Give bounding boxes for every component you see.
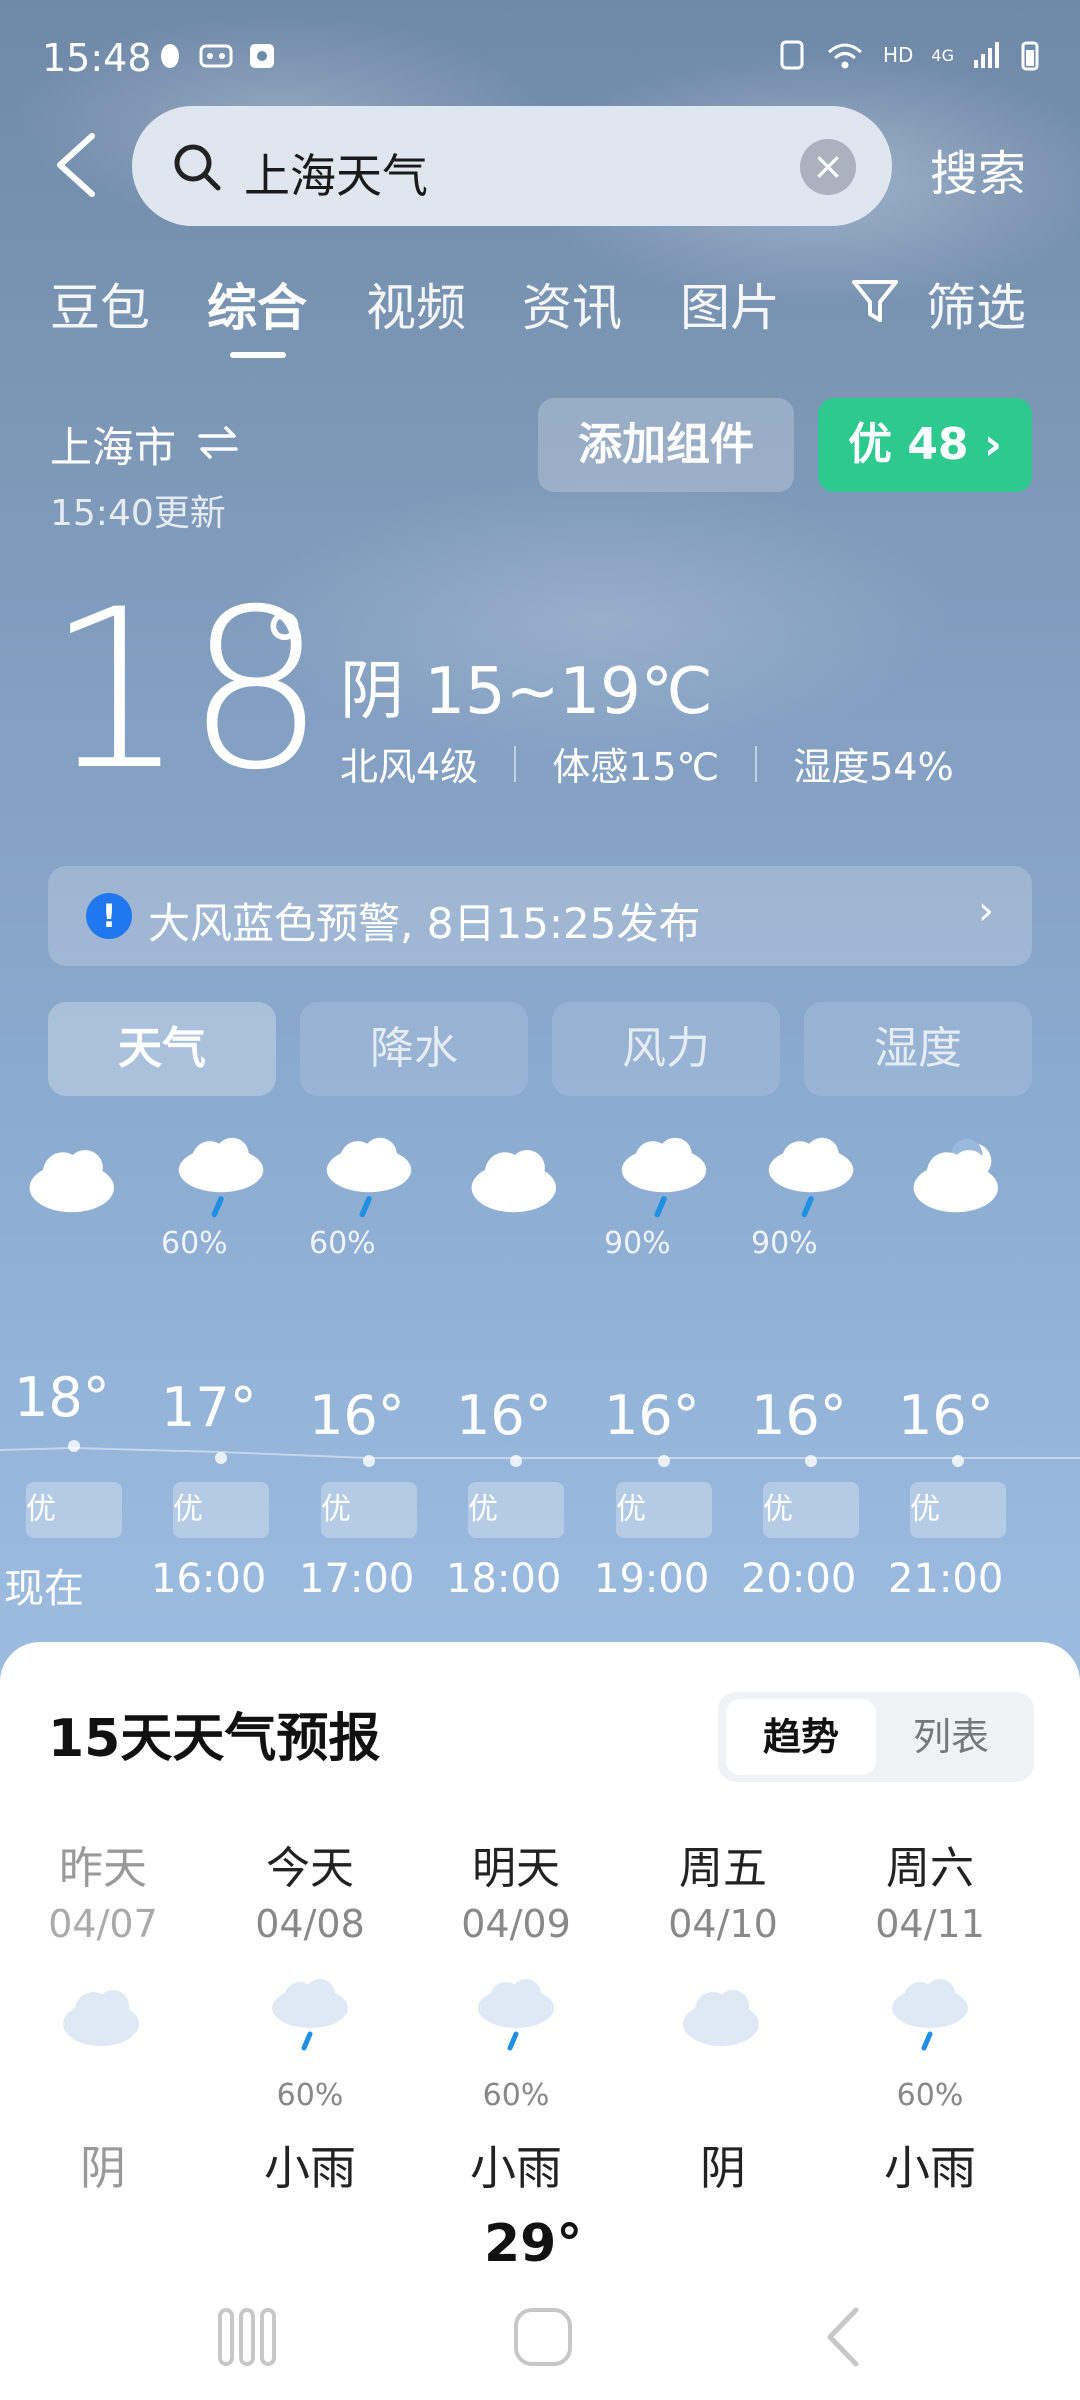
temperature-point — [215, 1452, 227, 1464]
day-condition: 小雨 — [884, 2141, 976, 2195]
hourly-time: 现在 — [4, 1566, 84, 1612]
temperature-point — [952, 1455, 964, 1467]
hourly-precipitation: 90% — [751, 1226, 818, 1261]
day-condition: 小雨 — [470, 2141, 562, 2195]
hourly-time: 16:00 — [151, 1556, 267, 1602]
hourly-aqi: 优 — [173, 1482, 269, 1538]
hourly-time: 17:00 — [299, 1556, 415, 1602]
forecast-title: 15天天气预报 — [48, 1709, 381, 1769]
day-name: 昨天 — [59, 1843, 147, 1894]
temperature-point — [68, 1440, 80, 1452]
hourly-temperature: 16° — [309, 1384, 405, 1447]
hourly-precipitation: 90% — [604, 1226, 671, 1261]
high-temperature: 29° — [484, 2214, 583, 2274]
hourly-aqi: 优 — [26, 1482, 122, 1538]
view-toggle: 趋势 列表 — [718, 1692, 1034, 1782]
rain-cloud-icon — [768, 1137, 854, 1218]
cloud-icon — [471, 1150, 556, 1213]
hourly-temperature: 18° — [14, 1366, 110, 1429]
hourly-aqi: 优 — [468, 1482, 564, 1538]
day-name: 明天 — [472, 1843, 560, 1894]
hourly-aqi: 优 — [910, 1482, 1006, 1538]
day-name: 周六 — [886, 1843, 974, 1894]
cloud-icon — [63, 1990, 139, 2046]
hourly-aqi: 优 — [616, 1482, 712, 1538]
hourly-precipitation: 60% — [161, 1226, 228, 1261]
back-nav-icon[interactable] — [810, 2302, 880, 2372]
day-date: 04/09 — [461, 1902, 571, 1946]
temperature-point — [363, 1455, 375, 1467]
rain-cloud-icon — [178, 1137, 264, 1218]
cloud-icon — [29, 1150, 114, 1213]
rain-cloud-icon — [621, 1137, 707, 1218]
day-date: 04/08 — [255, 1902, 365, 1946]
moon-cloud-icon — [913, 1138, 998, 1213]
day-date: 04/10 — [668, 1902, 778, 1946]
system-navigation-bar — [0, 2268, 1080, 2400]
temperature-point — [805, 1455, 817, 1467]
list-view-button[interactable]: 列表 — [876, 1699, 1026, 1775]
hourly-precipitation: 60% — [309, 1226, 376, 1261]
temperature-point — [510, 1455, 522, 1467]
hourly-temperature: 16° — [456, 1384, 552, 1447]
cloud-icon — [683, 1990, 759, 2046]
hourly-time: 21:00 — [888, 1556, 1004, 1602]
hourly-temperature: 16° — [751, 1384, 847, 1447]
day-precipitation: 60% — [896, 2078, 964, 2113]
rain-cloud-icon — [892, 1979, 968, 2051]
day-precipitation: 60% — [276, 2078, 344, 2113]
day-name: 今天 — [266, 1843, 354, 1894]
home-icon[interactable] — [508, 2302, 578, 2372]
hourly-temperature: 17° — [161, 1376, 257, 1439]
battery-icon — [1021, 41, 1039, 71]
hourly-time: 19:00 — [594, 1556, 710, 1602]
hourly-time: 18:00 — [446, 1556, 562, 1602]
day-date: 04/07 — [48, 1902, 158, 1946]
hourly-aqi: 优 — [321, 1482, 417, 1538]
hourly-time: 20:00 — [741, 1556, 857, 1602]
rain-cloud-icon — [272, 1979, 348, 2051]
day-condition: 阴 — [700, 2141, 746, 2195]
rain-cloud-icon — [326, 1137, 412, 1218]
day-name: 周五 — [679, 1843, 767, 1894]
hourly-aqi: 优 — [763, 1482, 859, 1538]
day-precipitation: 60% — [482, 2078, 550, 2113]
recent-apps-icon[interactable] — [212, 2302, 282, 2372]
hourly-temperature: 16° — [604, 1384, 700, 1447]
day-condition: 阴 — [80, 2141, 126, 2195]
trend-view-button[interactable]: 趋势 — [726, 1699, 876, 1775]
rain-cloud-icon — [478, 1979, 554, 2051]
day-condition: 小雨 — [264, 2141, 356, 2195]
day-date: 04/11 — [875, 1902, 985, 1946]
temperature-point — [658, 1455, 670, 1467]
hourly-temperature: 16° — [898, 1384, 994, 1447]
